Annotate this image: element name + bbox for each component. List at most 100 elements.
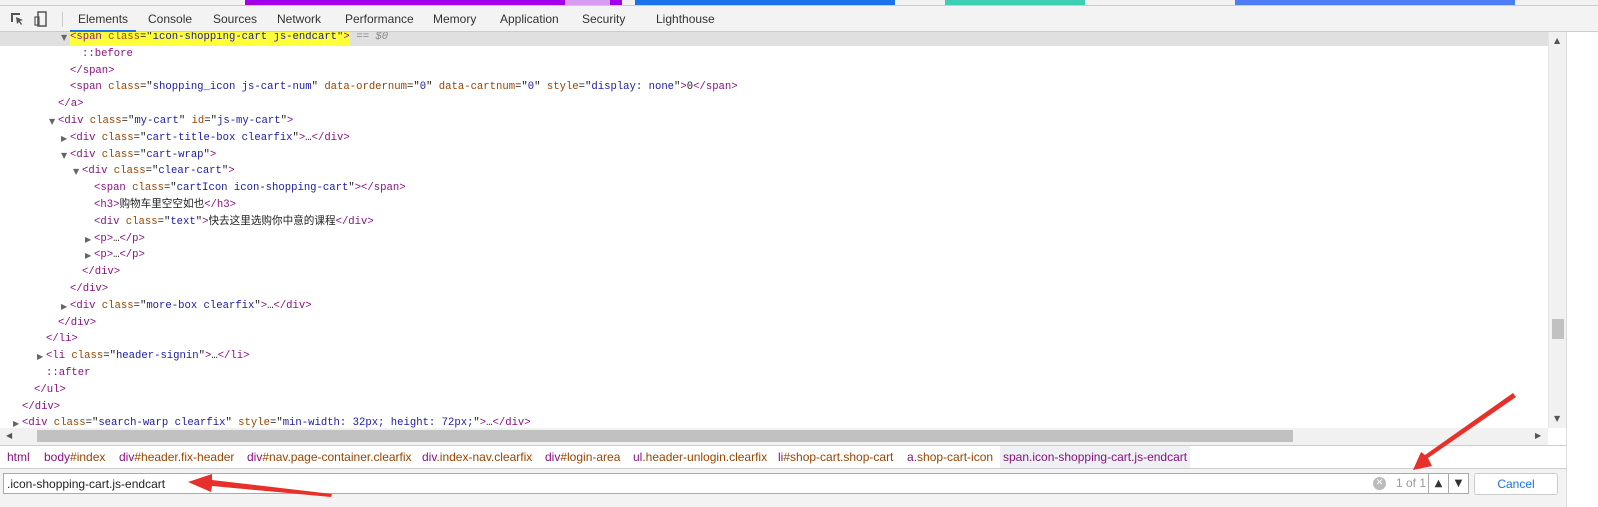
collapsed-triangle-icon[interactable]: ▶ — [85, 247, 94, 264]
markup-token: =" — [121, 115, 135, 127]
scroll-left-icon[interactable]: ◀ — [6, 431, 12, 440]
collapsed-triangle-icon[interactable]: ▶ — [13, 415, 22, 428]
next-match-button[interactable]: ▼ — [1448, 474, 1468, 493]
expanded-triangle-icon[interactable]: ▼ — [61, 147, 70, 164]
cancel-button[interactable]: Cancel — [1474, 473, 1558, 495]
markup-token: </span> — [693, 81, 738, 94]
device-toolbar-icon[interactable] — [33, 11, 49, 27]
horizontal-scroll-thumb[interactable] — [37, 430, 1293, 442]
dom-node-markup: <div class="cart-wrap"> — [70, 147, 216, 164]
markup-token: js-my-cart — [216, 115, 281, 127]
markup-token: class — [101, 32, 140, 43]
scroll-up-icon[interactable]: ▲ — [1554, 36, 1560, 45]
dom-node-line[interactable]: ▶ <div class="search-warp clearfix" style… — [0, 415, 1548, 428]
markup-token: =" — [157, 215, 171, 228]
dom-node-markup: <h3>购物车里空空如也</h3> — [94, 197, 236, 214]
clear-icon[interactable]: ✕ — [1373, 477, 1386, 490]
dom-node-line[interactable]: </div> — [0, 399, 1548, 416]
horizontal-scrollbar[interactable]: ◀ ▶ — [0, 428, 1548, 445]
tab-memory[interactable]: Memory — [433, 6, 476, 32]
markup-token: class — [119, 215, 158, 228]
dom-node-line[interactable]: ▶ <p>…</p> — [0, 231, 1548, 248]
dom-node-line[interactable]: ▼ <div class="clear-cart"> — [0, 163, 1548, 180]
markup-token: > — [343, 32, 350, 43]
tab-sources[interactable]: Sources — [213, 6, 257, 32]
breadcrumb-item[interactable]: a.shop-cart-icon — [904, 446, 996, 468]
vertical-scrollbar[interactable]: ▲ ▼ — [1548, 32, 1566, 428]
dom-node-line[interactable]: <div class="text">快去这里选购你中意的课程</div> — [0, 214, 1548, 231]
dom-node-line[interactable]: </div> — [0, 315, 1548, 332]
dom-node-markup: <li class="header-signin">…</li> — [46, 348, 249, 365]
search-input[interactable] — [7, 476, 1307, 492]
breadcrumb-item[interactable]: div#header.fix-header — [116, 446, 237, 468]
dom-node-line[interactable]: </div> — [0, 264, 1548, 281]
markup-token: cart-wrap — [146, 148, 204, 161]
breadcrumb-item[interactable]: span.icon-shopping-cart.js-endcart — [1000, 446, 1191, 468]
markup-token: clear-cart — [158, 165, 222, 178]
expanded-triangle-icon[interactable]: ▼ — [49, 113, 58, 130]
dom-node-line[interactable]: ▼ <span class="icon-shopping-cart js-endc… — [0, 32, 1548, 46]
markup-token: style — [231, 417, 270, 428]
scroll-down-icon[interactable]: ▼ — [1554, 414, 1560, 423]
markup-token: data-cartnum — [432, 81, 516, 94]
collapsed-triangle-icon[interactable]: ▶ — [85, 231, 94, 248]
markup-token: class — [107, 165, 146, 178]
markup-token: cartIcon icon-shopping-cart — [176, 182, 349, 195]
tab-elements[interactable]: Elements — [70, 6, 137, 32]
markup-token: > — [209, 148, 217, 161]
expanded-triangle-icon[interactable]: ▼ — [61, 32, 70, 46]
dom-node-line[interactable]: ▼ <div class="my-cart" id="js-my-cart"> — [0, 113, 1548, 130]
tab-network[interactable]: Network — [277, 6, 321, 32]
markup-token: =" — [139, 81, 153, 94]
collapsed-triangle-icon[interactable]: ▶ — [61, 298, 70, 315]
dom-node-line[interactable]: <span class="shopping_icon js-cart-num" … — [0, 79, 1548, 96]
breadcrumb-tag: div — [247, 450, 263, 464]
tab-application[interactable]: Application — [500, 6, 559, 32]
breadcrumb-tag: ul — [633, 450, 643, 464]
dom-node-line[interactable]: <span class="cartIcon icon-shopping-cart… — [0, 180, 1548, 197]
markup-token: shopping_icon js-cart-num — [152, 81, 312, 94]
select-element-icon[interactable] — [9, 11, 25, 27]
dom-node-line[interactable]: </div> — [0, 281, 1548, 298]
breadcrumb-item[interactable]: div#login-area — [542, 446, 623, 468]
dom-node-line[interactable]: ▼ <div class="cart-wrap"> — [0, 147, 1548, 164]
expanded-triangle-icon[interactable]: ▼ — [73, 163, 82, 180]
previous-match-button[interactable]: ▲ — [1428, 474, 1448, 493]
breadcrumb-item[interactable]: ul.header-unlogin.clearfix — [630, 446, 770, 468]
breadcrumb-selector: #login-area — [560, 450, 621, 464]
dom-node-line[interactable]: ▶ <li class="header-signin">…</li> — [0, 348, 1548, 365]
dom-node-line[interactable]: </li> — [0, 331, 1548, 348]
markup-token: display: none — [591, 81, 675, 94]
breadcrumb-selector: #nav.page-container.clearfix — [262, 450, 412, 464]
tab-performance[interactable]: Performance — [345, 6, 414, 32]
breadcrumb-selector: .shop-cart-icon — [913, 450, 994, 464]
collapsed-triangle-icon[interactable]: ▶ — [37, 348, 46, 365]
markup-token: icon-shopping-cart js-endcart — [152, 32, 338, 43]
dom-node-line[interactable]: ▶ <div class="more-box clearfix">…</div> — [0, 298, 1548, 315]
dom-node-line[interactable]: ::before — [0, 46, 1548, 63]
vertical-scroll-thumb[interactable] — [1552, 319, 1564, 339]
dom-node-line[interactable]: ▶ <div class="cart-title-box clearfix">…<… — [0, 130, 1548, 147]
dom-node-line[interactable]: ::after — [0, 365, 1548, 382]
breadcrumb-item[interactable]: li#shop-cart.shop-cart — [775, 446, 896, 468]
collapsed-triangle-icon[interactable]: ▶ — [61, 130, 70, 147]
breadcrumb-item[interactable]: html — [4, 446, 33, 468]
dom-node-markup: <span class="shopping_icon js-cart-num" … — [70, 79, 738, 96]
dom-node-line[interactable]: </a> — [0, 96, 1548, 113]
tab-console[interactable]: Console — [148, 6, 192, 32]
dom-node-line[interactable]: ▶ <p>…</p> — [0, 247, 1548, 264]
scroll-right-icon[interactable]: ▶ — [1535, 431, 1541, 440]
tab-security[interactable]: Security — [582, 6, 625, 32]
breadcrumb-tag: a — [907, 450, 914, 464]
markup-token: <span — [70, 32, 102, 43]
breadcrumb-item[interactable]: div.index-nav.clearfix — [419, 446, 535, 468]
tab-lighthouse[interactable]: Lighthouse — [656, 6, 715, 32]
breadcrumb-item[interactable]: body#index — [41, 446, 108, 468]
markup-token: cart-title-box clearfix — [146, 131, 293, 144]
dom-node-line[interactable]: </span> — [0, 63, 1548, 80]
dom-node-line[interactable]: </ul> — [0, 382, 1548, 399]
breadcrumb-item[interactable]: div#nav.page-container.clearfix — [244, 446, 415, 468]
breadcrumb-tag: div — [422, 450, 437, 464]
dom-node-line[interactable]: <h3>购物车里空空如也</h3> — [0, 197, 1548, 214]
markup-token: =" — [133, 131, 147, 144]
